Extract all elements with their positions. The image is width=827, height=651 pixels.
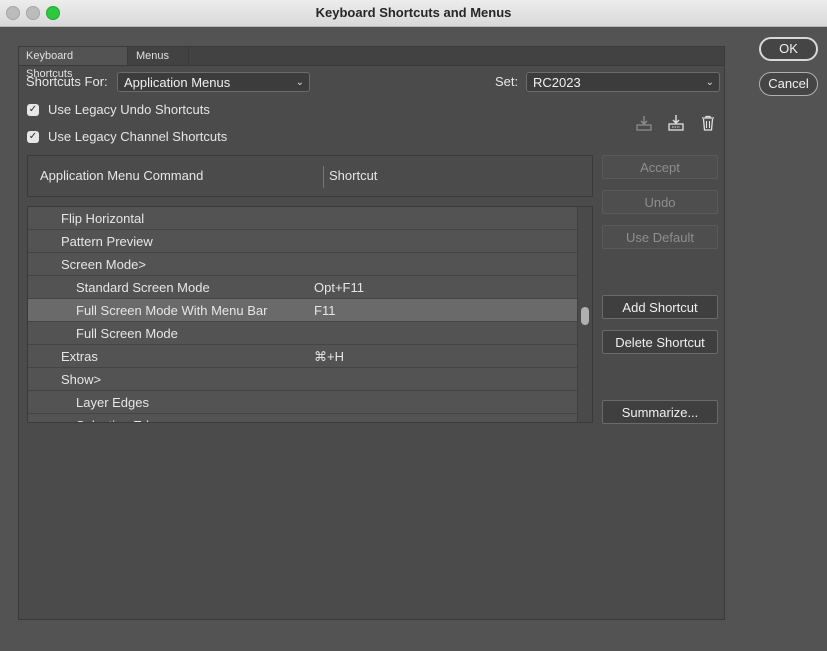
title-bar: Keyboard Shortcuts and Menus — [0, 0, 827, 27]
legacy-undo-label: Use Legacy Undo Shortcuts — [48, 102, 210, 117]
row-command: Full Screen Mode — [76, 326, 178, 341]
row-command: Screen Mode> — [61, 257, 146, 272]
legacy-undo-checkbox[interactable]: ✓ — [27, 104, 39, 116]
shortcuts-for-select[interactable]: Application Menus ⌄ — [117, 72, 310, 92]
shortcuts-for-label: Shortcuts For: — [26, 74, 108, 89]
set-value: RC2023 — [533, 75, 581, 90]
column-divider — [323, 166, 324, 188]
row-command: Flip Horizontal — [61, 211, 145, 226]
table-row[interactable]: Layer Edges — [28, 391, 592, 414]
table-row[interactable]: Pattern Preview — [28, 230, 592, 253]
tab-menus[interactable]: Menus — [129, 47, 189, 65]
row-shortcut: F11 — [314, 303, 336, 318]
command-list: Flip Horizontal Pattern Preview Screen M… — [27, 206, 593, 423]
window-title: Keyboard Shortcuts and Menus — [315, 5, 512, 20]
tab-bar: Keyboard Shortcuts Menus — [19, 47, 724, 80]
table-header: Application Menu Command Shortcut — [27, 155, 593, 197]
row-command: Selection Edges — [76, 414, 170, 422]
table-row[interactable]: Screen Mode> — [28, 253, 592, 276]
legacy-channel-checkbox[interactable]: ✓ — [27, 131, 39, 143]
table-row[interactable]: Standard Screen Mode Opt+F11 — [28, 276, 592, 299]
table-row-selected[interactable]: Full Screen Mode With Menu Bar F11 — [28, 299, 592, 322]
add-shortcut-button[interactable]: Add Shortcut — [602, 295, 718, 319]
undo-button[interactable]: Undo — [602, 190, 718, 214]
row-command: Standard Screen Mode — [76, 280, 210, 295]
chevron-down-icon: ⌄ — [705, 77, 714, 88]
save-set-as-icon[interactable] — [667, 114, 685, 132]
shortcuts-for-value: Application Menus — [124, 75, 231, 90]
save-set-icon[interactable] — [635, 114, 653, 132]
table-row[interactable]: Flip Horizontal — [28, 207, 592, 230]
table-row[interactable]: Show> — [28, 368, 592, 391]
column-header-shortcut[interactable]: Shortcut — [329, 168, 377, 183]
tab-keyboard-shortcuts[interactable]: Keyboard Shortcuts — [19, 47, 128, 80]
ok-button[interactable]: OK — [759, 37, 818, 61]
table-row[interactable]: Full Screen Mode — [28, 322, 592, 345]
vertical-scrollbar[interactable] — [577, 207, 592, 422]
row-command: Extras — [61, 349, 98, 364]
row-command: Pattern Preview — [61, 234, 153, 249]
row-command: Full Screen Mode With Menu Bar — [76, 303, 268, 318]
set-select[interactable]: RC2023 ⌄ — [526, 72, 720, 92]
row-command: Layer Edges — [76, 395, 149, 410]
row-shortcut: Opt+F11 — [314, 280, 364, 295]
table-row[interactable]: Extras ⌘+H — [28, 345, 592, 368]
cancel-button[interactable]: Cancel — [759, 72, 818, 96]
use-default-button[interactable]: Use Default — [602, 225, 718, 249]
set-label: Set: — [495, 74, 519, 89]
row-command: Show> — [61, 372, 102, 387]
trash-icon[interactable] — [699, 114, 717, 132]
column-header-command[interactable]: Application Menu Command — [40, 168, 203, 183]
accept-button[interactable]: Accept — [602, 155, 718, 179]
shortcuts-panel: Keyboard Shortcuts Menus Shortcuts For: … — [18, 46, 725, 620]
chevron-down-icon: ⌄ — [295, 77, 304, 88]
scrollbar-thumb[interactable] — [581, 307, 589, 325]
legacy-channel-label: Use Legacy Channel Shortcuts — [48, 129, 228, 144]
row-shortcut: ⌘+H — [314, 349, 344, 364]
table-row[interactable]: Selection Edges — [28, 414, 592, 422]
delete-shortcut-button[interactable]: Delete Shortcut — [602, 330, 718, 354]
summarize-button[interactable]: Summarize... — [602, 400, 718, 424]
